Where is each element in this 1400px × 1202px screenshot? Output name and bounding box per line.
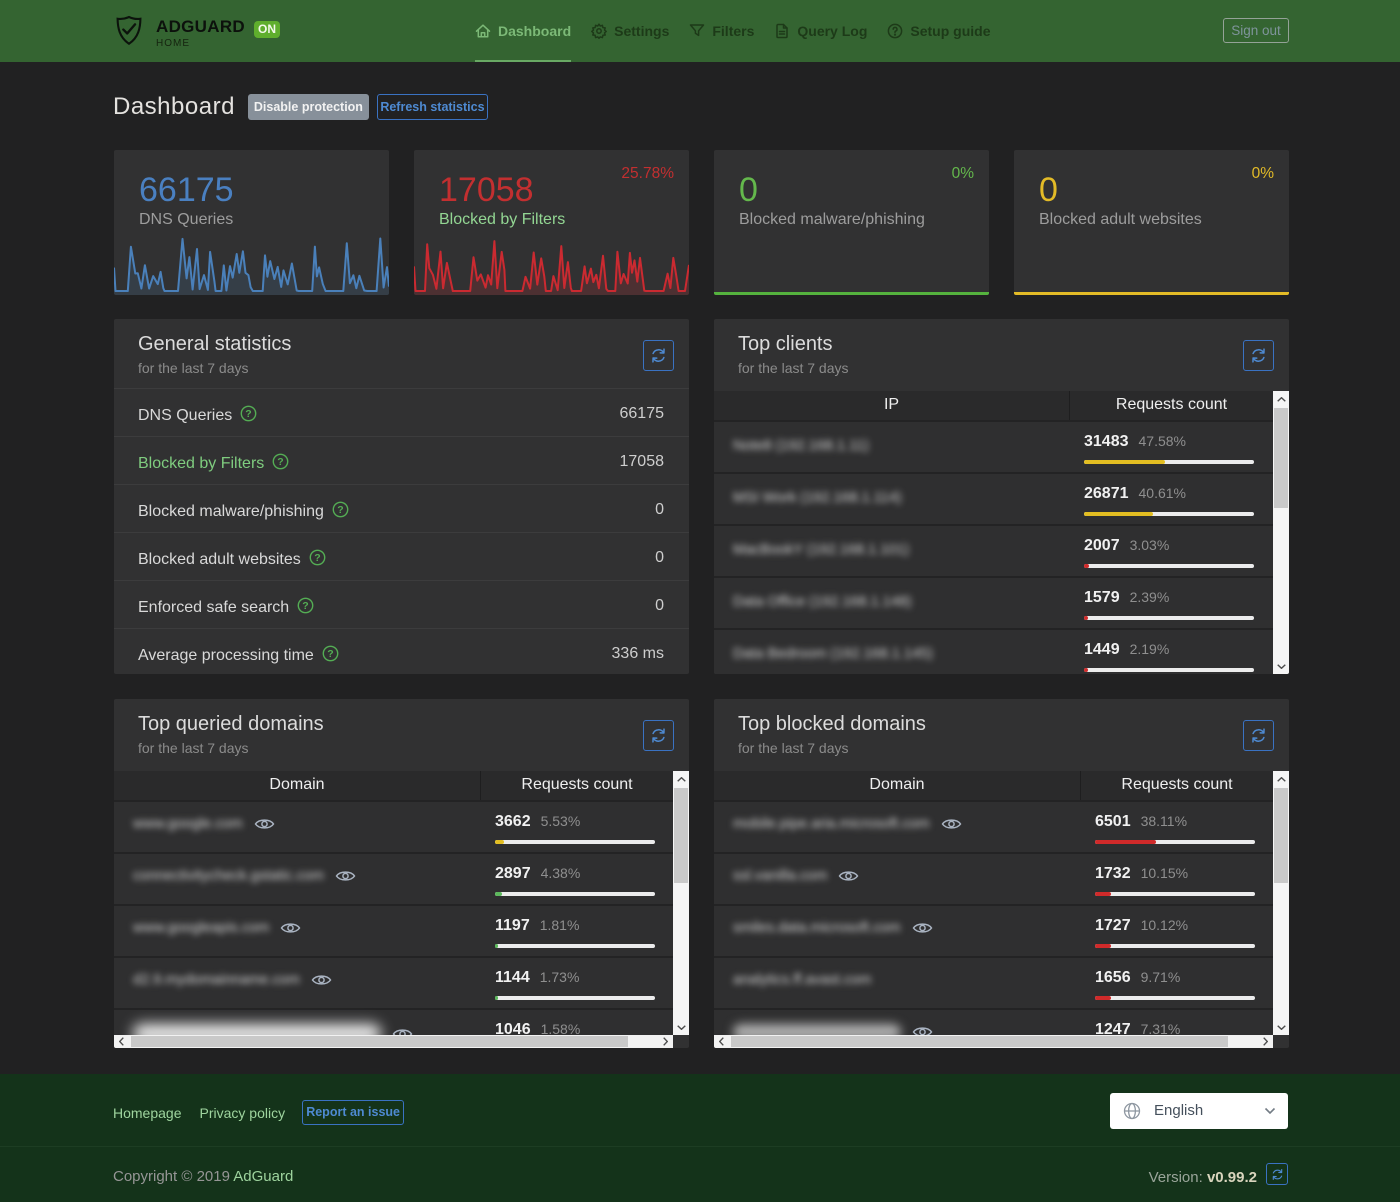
svg-text:?: ? <box>302 600 308 612</box>
svg-text:?: ? <box>246 408 252 420</box>
svg-text:?: ? <box>314 552 320 564</box>
svg-text:?: ? <box>327 648 333 660</box>
svg-text:?: ? <box>337 504 343 516</box>
svg-text:?: ? <box>278 456 284 468</box>
